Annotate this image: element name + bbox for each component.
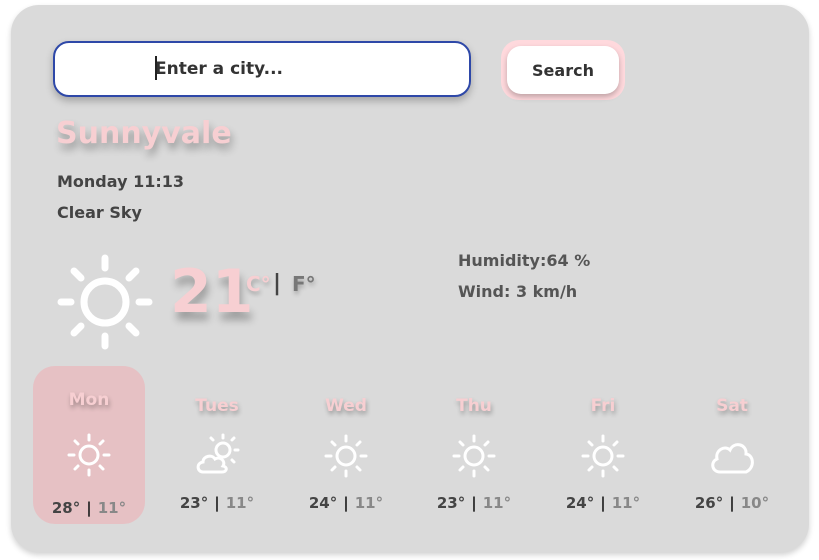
text-caret [155,56,157,80]
forecast-day-name: Fri [590,396,616,416]
forecast-min: 11° [482,494,512,512]
forecast-temps: 24° | 11° [547,494,659,512]
temp-separator: | [343,494,349,512]
current-temperature: 21 [170,257,254,327]
city-search-input[interactable] [53,41,471,97]
forecast-temps: 28° | 11° [33,499,145,517]
wind-value: Wind: 3 km/h [458,282,578,301]
forecast-min: 11° [97,499,127,517]
forecast-day-name: Mon [68,390,110,410]
forecast-temps: 23° | 11° [161,494,273,512]
forecast-day-tues[interactable]: Tues 23° | 11° [161,366,273,524]
current-datetime: Monday 11:13 [57,172,184,191]
forecast-max: 23° [436,494,466,512]
fahrenheit-toggle[interactable]: F° [292,272,316,296]
partly-cloudy-icon [196,433,240,474]
sun-icon [452,434,496,478]
temp-separator: | [729,494,735,512]
forecast-day-name: Wed [325,396,367,416]
unit-separator: | [273,271,282,296]
forecast-day-mon[interactable]: Mon 28° | 11° [33,366,145,524]
sun-icon [57,254,153,350]
forecast-min: 11° [611,494,641,512]
forecast-day-fri[interactable]: Fri 24° | 11° [547,366,659,524]
forecast-temps: 23° | 11° [418,494,530,512]
forecast-day-name: Sat [716,396,748,416]
forecast-day-sat[interactable]: Sat 26° | 10° [676,366,788,524]
forecast-max: 28° [51,499,81,517]
forecast-temps: 26° | 10° [676,494,788,512]
forecast-day-name: Thu [456,396,492,416]
forecast-min: 11° [225,494,255,512]
humidity-value: Humidity:64 % [458,251,591,270]
city-name: Sunnyvale [56,116,232,151]
search-button-label: Search [507,46,619,94]
search-button[interactable]: Search [501,40,625,100]
forecast-max: 23° [179,494,209,512]
celsius-toggle[interactable]: C° [246,272,271,296]
forecast-min: 11° [354,494,384,512]
sun-icon [581,434,625,478]
forecast-max: 26° [694,494,724,512]
forecast-day-wed[interactable]: Wed 24° | 11° [290,366,402,524]
forecast-day-thu[interactable]: Thu 23° | 11° [418,366,530,524]
weather-condition: Clear Sky [57,203,142,222]
forecast-temps: 24° | 11° [290,494,402,512]
temp-separator: | [600,494,606,512]
forecast-min: 10° [740,494,770,512]
forecast-max: 24° [308,494,338,512]
sun-icon [324,434,368,478]
forecast-day-name: Tues [195,396,239,416]
temp-separator: | [471,494,477,512]
sun-icon [67,433,111,477]
temp-separator: | [214,494,220,512]
temp-separator: | [86,499,92,517]
forecast-max: 24° [565,494,595,512]
cloud-icon [711,443,754,474]
